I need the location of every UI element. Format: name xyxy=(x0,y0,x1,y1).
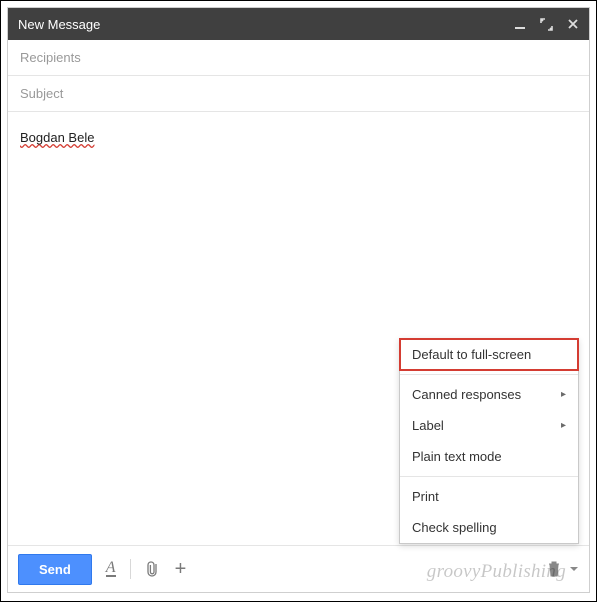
menu-canned-responses[interactable]: Canned responses ▸ xyxy=(400,379,578,410)
more-options-button[interactable] xyxy=(569,563,579,575)
chevron-down-icon xyxy=(569,563,579,575)
menu-item-label: Default to full-screen xyxy=(412,347,531,362)
expand-icon xyxy=(540,18,553,31)
close-button[interactable] xyxy=(567,18,579,30)
recipients-field[interactable]: Recipients xyxy=(8,40,589,76)
toolbar-right-group xyxy=(537,561,579,577)
submenu-arrow-icon: ▸ xyxy=(561,389,566,400)
submenu-arrow-icon: ▸ xyxy=(561,420,566,431)
full-screen-button[interactable] xyxy=(540,18,553,31)
menu-item-label: Check spelling xyxy=(412,520,497,535)
menu-item-label: Plain text mode xyxy=(412,449,502,464)
menu-check-spelling[interactable]: Check spelling xyxy=(400,512,578,543)
discard-draft-button[interactable] xyxy=(547,561,561,577)
formatting-button[interactable]: A xyxy=(106,561,116,577)
subject-field[interactable]: Subject xyxy=(8,76,589,111)
menu-item-label: Print xyxy=(412,489,439,504)
menu-item-label: Label xyxy=(412,418,444,433)
minimize-button[interactable] xyxy=(514,18,526,30)
body-text: Bogdan Bele xyxy=(20,130,94,145)
menu-default-full-screen[interactable]: Default to full-screen xyxy=(400,339,578,370)
trash-icon xyxy=(547,561,561,577)
menu-separator xyxy=(400,476,578,477)
minimize-icon xyxy=(514,18,526,30)
menu-label[interactable]: Label ▸ xyxy=(400,410,578,441)
more-options-menu: Default to full-screen Canned responses … xyxy=(399,338,579,544)
window-title: New Message xyxy=(18,17,500,32)
attach-file-button[interactable] xyxy=(145,560,161,578)
send-button[interactable]: Send xyxy=(18,554,92,585)
close-icon xyxy=(567,18,579,30)
compose-toolbar: Send A + xyxy=(8,545,589,592)
outer-frame: New Message Recipients Subject Bogdan Be… xyxy=(0,0,597,602)
menu-item-label: Canned responses xyxy=(412,387,521,402)
insert-more-button[interactable]: + xyxy=(175,559,187,579)
menu-print[interactable]: Print xyxy=(400,481,578,512)
compose-window: New Message Recipients Subject Bogdan Be… xyxy=(7,7,590,593)
plus-icon: + xyxy=(175,559,187,579)
window-titlebar: New Message xyxy=(8,8,589,40)
formatting-icon: A xyxy=(106,561,116,577)
toolbar-divider xyxy=(130,559,131,579)
highlighted-menu-item-frame: Default to full-screen xyxy=(400,339,578,370)
header-fields: Recipients Subject xyxy=(8,40,589,112)
paperclip-icon xyxy=(145,560,161,578)
menu-separator xyxy=(400,374,578,375)
menu-plain-text-mode[interactable]: Plain text mode xyxy=(400,441,578,472)
